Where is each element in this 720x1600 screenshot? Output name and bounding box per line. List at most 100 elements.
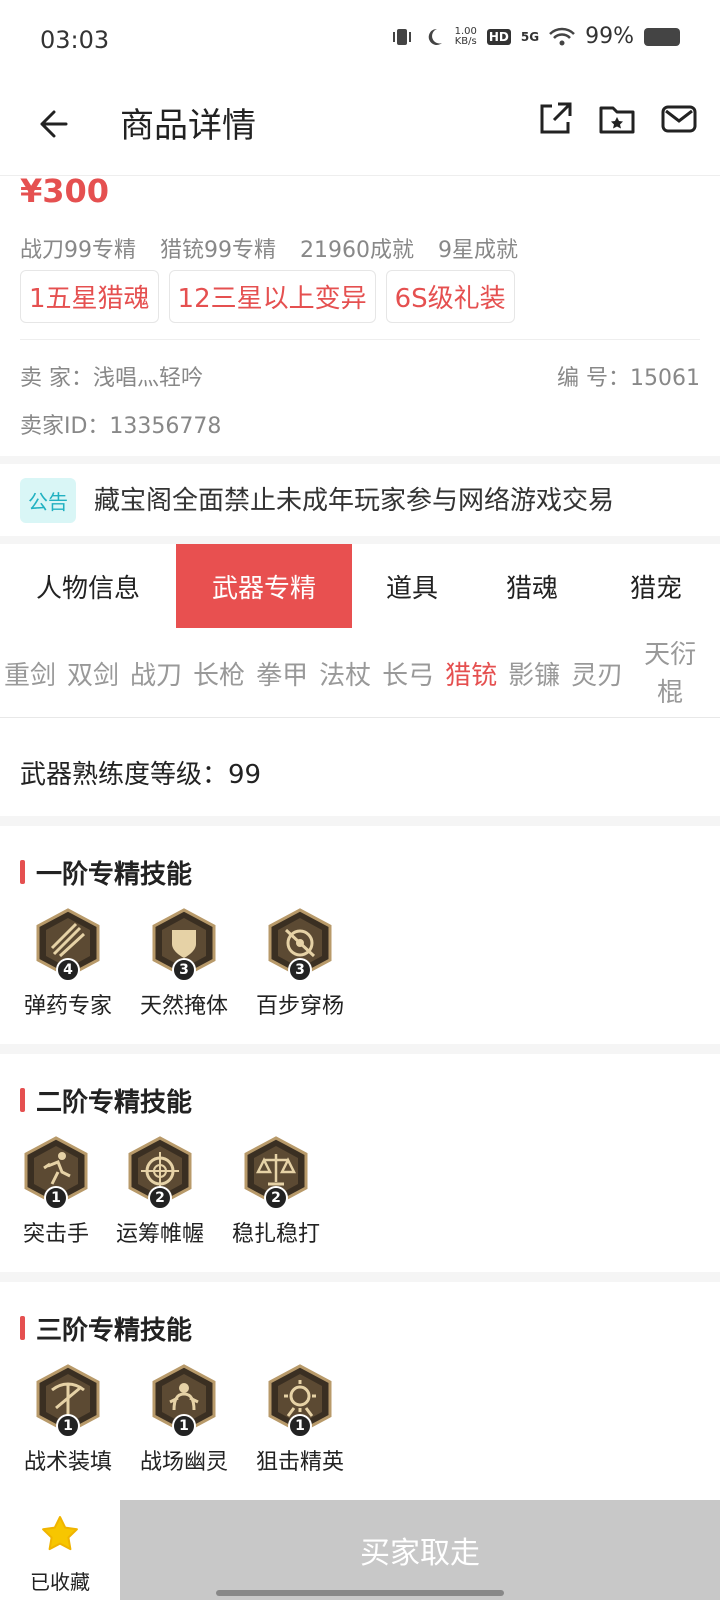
skill-item[interactable]: 2 运筹帷幄 bbox=[112, 1136, 208, 1248]
status-time: 03:03 bbox=[40, 26, 110, 54]
price: ¥300 bbox=[20, 172, 110, 210]
tab-items[interactable]: 道具 bbox=[352, 544, 472, 628]
section-title: 一阶专精技能 bbox=[20, 854, 192, 891]
weapon-tab[interactable]: 长枪 bbox=[193, 655, 245, 692]
highlight-tag: 12三星以上变异 bbox=[168, 270, 376, 323]
weapon-tab[interactable]: 影镰 bbox=[508, 655, 560, 692]
wifi-icon bbox=[549, 27, 575, 45]
skill-level-badge: 1 bbox=[288, 1414, 312, 1438]
skill-level-badge: 1 bbox=[56, 1414, 80, 1438]
skill-name: 运筹帷幄 bbox=[115, 1222, 204, 1247]
highlight-tags: 1五星猎魂 12三星以上变异 6S级礼装 bbox=[20, 270, 515, 323]
skill-section-tier1: 一阶专精技能 4 弹药专家 3 天然掩体 3 百步穿杨 bbox=[0, 826, 720, 1044]
back-arrow-icon[interactable] bbox=[36, 102, 80, 146]
weapon-tab[interactable]: 重剑 bbox=[4, 655, 56, 692]
runner-icon: 1 bbox=[24, 1136, 88, 1210]
tab-weapon-mastery[interactable]: 武器专精 bbox=[176, 544, 352, 628]
skill-item[interactable]: 3 天然掩体 bbox=[136, 908, 232, 1020]
skill-name: 突击手 bbox=[22, 1222, 89, 1247]
section-title: 三阶专精技能 bbox=[20, 1310, 192, 1347]
crosshair-icon: 2 bbox=[128, 1136, 192, 1210]
status-icons: 1.00 KB/s HD 5G 99% bbox=[391, 24, 680, 49]
skill-level-badge: 1 bbox=[172, 1414, 196, 1438]
weapon-tab[interactable]: 拳甲 bbox=[256, 655, 308, 692]
highlight-tag: 6S级礼装 bbox=[385, 270, 515, 323]
weapon-tabs: 重剑 双剑 战刀 长枪 拳甲 法杖 长弓 猎铳 影镰 灵刃 天衍棍 bbox=[0, 630, 720, 718]
section-title: 二阶专精技能 bbox=[20, 1082, 192, 1119]
weapon-tab[interactable]: 战刀 bbox=[130, 655, 182, 692]
scale-icon: 2 bbox=[244, 1136, 308, 1210]
net-speed: 1.00 KB/s bbox=[454, 25, 477, 47]
spec-item: 21960成就 bbox=[300, 238, 414, 263]
skill-name: 弹药专家 bbox=[23, 994, 112, 1019]
skill-item[interactable]: 1 突击手 bbox=[20, 1136, 92, 1248]
skill-item[interactable]: 1 狙击精英 bbox=[252, 1364, 348, 1476]
hd-badge: HD bbox=[486, 28, 511, 45]
skill-item[interactable]: 1 战术装填 bbox=[20, 1364, 116, 1476]
spec-item: 战刀99专精 bbox=[20, 238, 136, 263]
ghost-icon: 1 bbox=[152, 1364, 216, 1438]
bottom-action-bar: 已收藏 买家取走 bbox=[0, 1500, 720, 1600]
skill-section-tier2: 二阶专精技能 1 突击手 2 运筹帷幄 2 稳扎稳打 bbox=[0, 1054, 720, 1272]
skill-item[interactable]: 4 弹药专家 bbox=[20, 908, 116, 1020]
crossbow-icon: 1 bbox=[36, 1364, 100, 1438]
skill-level-badge: 2 bbox=[148, 1186, 172, 1210]
skill-item[interactable]: 2 稳扎稳打 bbox=[228, 1136, 324, 1248]
status-bar: 03:03 1.00 KB/s HD 5G 99% bbox=[0, 0, 720, 80]
nav-actions bbox=[536, 100, 698, 138]
sniper-icon: 1 bbox=[268, 1364, 332, 1438]
seller-name: 卖 家：浅唱灬轻吟 bbox=[20, 366, 203, 391]
spec-item: 9星成就 bbox=[438, 238, 518, 263]
battery-percent: 99% bbox=[585, 24, 634, 49]
item-summary: ¥300 战刀99专精 猎铳99专精 21960成就 9星成就 1五星猎魂 12… bbox=[0, 172, 720, 456]
skill-name: 天然掩体 bbox=[139, 994, 228, 1019]
folder-icon[interactable] bbox=[598, 100, 636, 138]
spec-item: 猎铳99专精 bbox=[160, 238, 276, 263]
proficiency-level-text: 武器熟练度等级：99 bbox=[20, 760, 262, 790]
item-serial: 编 号：15061 bbox=[557, 366, 700, 391]
skill-item[interactable]: 1 战场幽灵 bbox=[136, 1364, 232, 1476]
home-indicator[interactable] bbox=[216, 1590, 504, 1596]
mail-icon[interactable] bbox=[660, 100, 698, 138]
star-icon bbox=[42, 1516, 78, 1551]
skill-name: 稳扎稳打 bbox=[231, 1222, 320, 1247]
skill-level-badge: 3 bbox=[172, 958, 196, 982]
skill-name: 战场幽灵 bbox=[139, 1450, 228, 1475]
proficiency-level: 武器熟练度等级：99 bbox=[0, 718, 720, 816]
weapon-tab[interactable]: 法杖 bbox=[319, 655, 371, 692]
weapon-tab[interactable]: 长弓 bbox=[382, 655, 434, 692]
shield-icon: 3 bbox=[152, 908, 216, 982]
notice-text: 藏宝阁全面禁止未成年玩家参与网络游戏交易 bbox=[94, 486, 615, 516]
skill-level-badge: 2 bbox=[264, 1186, 288, 1210]
signal-icon: 5G bbox=[520, 29, 540, 44]
moon-icon bbox=[428, 28, 442, 45]
skill-section-tier3: 三阶专精技能 1 战术装填 1 战场幽灵 1 狙击精英 bbox=[0, 1282, 720, 1500]
notice-bar[interactable]: 公告 藏宝阁全面禁止未成年玩家参与网络游戏交易 bbox=[0, 464, 720, 536]
favorite-button[interactable]: 已收藏 bbox=[0, 1500, 120, 1600]
skill-level-badge: 1 bbox=[44, 1186, 68, 1210]
seller-id: 卖家ID：13356778 bbox=[20, 414, 222, 439]
skill-name: 战术装填 bbox=[23, 1450, 112, 1475]
tab-character-info[interactable]: 人物信息 bbox=[0, 544, 176, 628]
skill-name: 百步穿杨 bbox=[255, 994, 344, 1019]
divider bbox=[20, 339, 700, 340]
skill-item[interactable]: 3 百步穿杨 bbox=[252, 908, 348, 1020]
skill-level-badge: 3 bbox=[288, 958, 312, 982]
highlight-tag: 1五星猎魂 bbox=[20, 270, 159, 323]
weapon-tab[interactable]: 灵刃 bbox=[571, 655, 623, 692]
tab-hunter-pet[interactable]: 猎宠 bbox=[592, 544, 720, 628]
share-icon[interactable] bbox=[536, 100, 574, 138]
spec-list: 战刀99专精 猎铳99专精 21960成就 9星成就 bbox=[20, 232, 518, 264]
skill-level-badge: 4 bbox=[56, 958, 80, 982]
buyer-took-button[interactable]: 买家取走 bbox=[120, 1500, 720, 1600]
battery-icon bbox=[644, 27, 680, 46]
weapon-tab-active[interactable]: 猎铳 bbox=[445, 655, 497, 692]
tab-hunter-soul[interactable]: 猎魂 bbox=[472, 544, 592, 628]
skill-name: 狙击精英 bbox=[255, 1450, 344, 1475]
weapon-tab[interactable]: 双剑 bbox=[67, 655, 119, 692]
vibrate-icon bbox=[392, 28, 411, 45]
weapon-tab[interactable]: 天衍棍 bbox=[640, 636, 700, 712]
main-tabs: 人物信息 武器专精 道具 猎魂 猎宠 bbox=[0, 544, 720, 630]
notice-badge: 公告 bbox=[20, 478, 76, 523]
target-icon: 3 bbox=[268, 908, 332, 982]
